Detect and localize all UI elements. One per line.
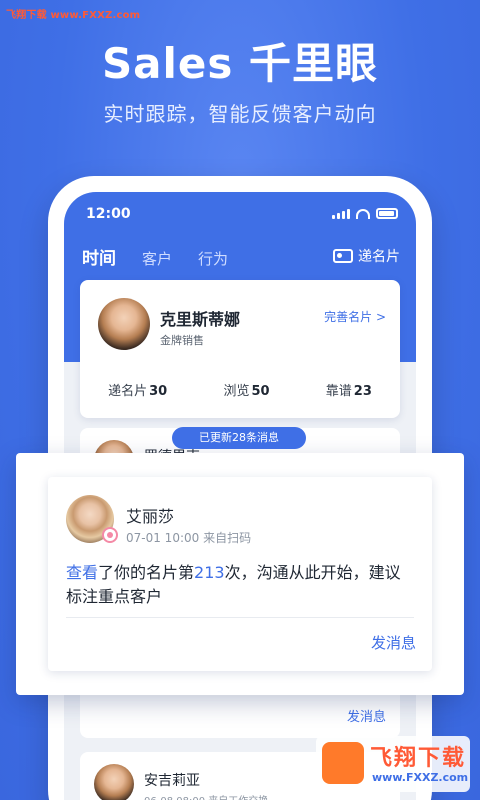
- send-message-button[interactable]: 发消息: [371, 632, 416, 653]
- notification-overlay: 艾丽莎 07-01 10:00 来自扫码 查看了你的名片第213次，沟通从此开始…: [16, 453, 464, 695]
- hero-title: Sales 千里眼: [101, 39, 379, 88]
- watermark-brand: 飞翔下载: [370, 746, 467, 771]
- feed-meta: 06-08 08:00 来自工作交换: [144, 792, 268, 800]
- send-card-button[interactable]: 递名片: [333, 246, 400, 266]
- feed-name: 安吉莉亚: [144, 773, 200, 789]
- profile-card: 克里斯蒂娜 金牌销售 完善名片 > 递名片 30 浏览 50 靠谱 23: [80, 280, 400, 418]
- view-count: 213: [194, 563, 225, 582]
- send-card-label: 递名片: [358, 249, 400, 265]
- top-tabs: 时间 客户 行为: [82, 244, 228, 269]
- view-link[interactable]: 查看: [66, 563, 98, 582]
- tab-customers[interactable]: 客户: [142, 248, 172, 269]
- notification-meta: 07-01 10:00 来自扫码: [126, 531, 252, 545]
- watermark-logo: 飞翔下载 www.FXXZ.com: [316, 736, 470, 792]
- stat-sent-cards: 递名片 30: [108, 384, 168, 399]
- profile-name: 克里斯蒂娜: [160, 310, 241, 329]
- profile-stats: 递名片 30 浏览 50 靠谱 23: [80, 380, 400, 399]
- tab-time[interactable]: 时间: [82, 244, 116, 269]
- status-icons: [332, 208, 398, 219]
- notification-card[interactable]: 艾丽莎 07-01 10:00 来自扫码 查看了你的名片第213次，沟通从此开始…: [48, 477, 432, 671]
- hero-subtitle: 实时跟踪，智能反馈客户动向: [103, 102, 377, 126]
- tab-behavior[interactable]: 行为: [198, 248, 228, 269]
- complete-card-link[interactable]: 完善名片 >: [324, 308, 386, 325]
- divider: [66, 617, 414, 618]
- update-count-pill[interactable]: 已更新28条消息: [172, 427, 306, 449]
- scan-badge-icon: [102, 527, 118, 543]
- wifi-icon: [356, 208, 370, 219]
- watermark-url: www.FXXZ.com: [372, 771, 469, 784]
- signal-icon: [332, 208, 350, 219]
- watermark-top: 飞翔下载 www.FXXZ.com: [6, 10, 141, 21]
- brand-logo-icon: [322, 742, 364, 784]
- avatar: [98, 298, 150, 350]
- notification-name: 艾丽莎: [126, 507, 175, 526]
- profile-role: 金牌销售: [160, 334, 204, 347]
- battery-icon: [376, 208, 398, 219]
- avatar: [94, 764, 134, 800]
- stat-views: 浏览 50: [223, 384, 270, 399]
- business-card-icon: [333, 249, 353, 263]
- status-time: 12:00: [86, 206, 131, 222]
- notification-message: 查看了你的名片第213次，沟通从此开始，建议标注重点客户: [66, 563, 401, 606]
- stat-reliable: 靠谱 23: [325, 384, 372, 399]
- send-message-button[interactable]: 发消息: [347, 706, 386, 725]
